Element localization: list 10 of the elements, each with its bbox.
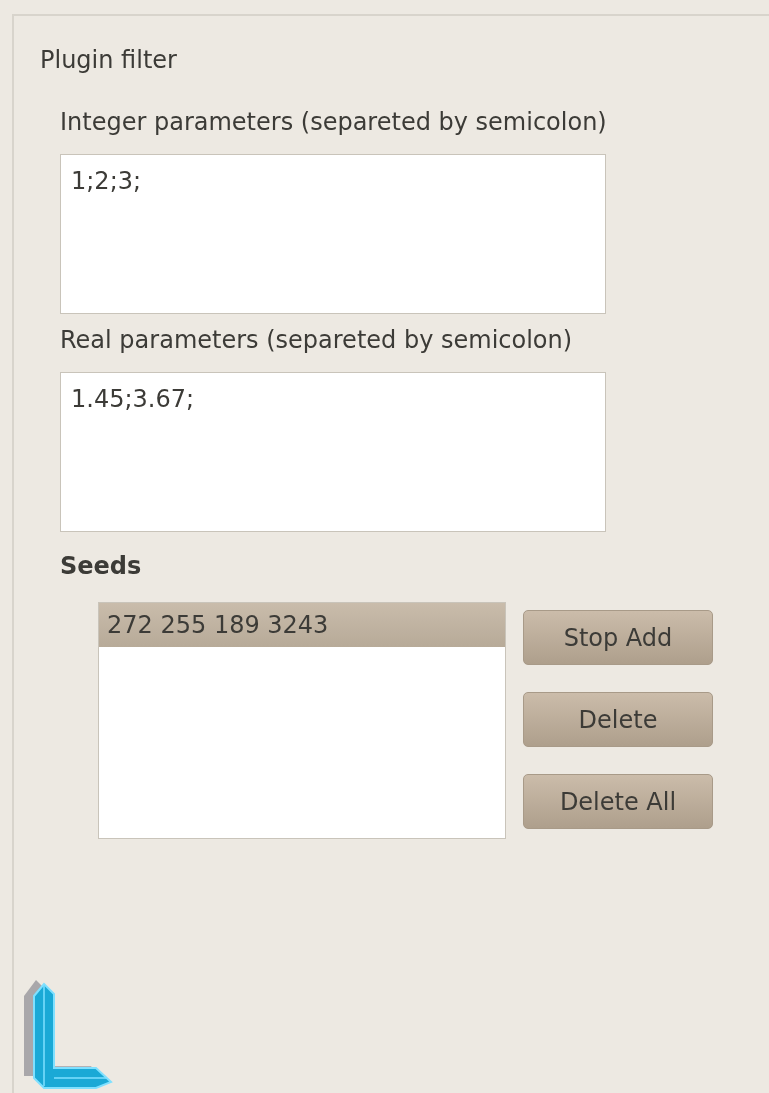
action-button[interactable]: Delete — [523, 692, 713, 747]
list-item[interactable]: 272 255 189 3243 — [99, 603, 505, 647]
action-button[interactable]: Delete All — [523, 774, 713, 829]
section-label: Seeds — [60, 552, 143, 582]
field-label: Integer parameters (separeted by semicolon) — [60, 108, 608, 138]
input-field[interactable]: 1.45;3.67; — [60, 372, 606, 532]
field-label: Real parameters (separeted by semicolon) — [60, 326, 574, 356]
input-field[interactable]: 1;2;3; — [60, 154, 606, 314]
panel-title: Plugin filter — [40, 46, 178, 76]
action-button[interactable]: Stop Add — [523, 610, 713, 665]
